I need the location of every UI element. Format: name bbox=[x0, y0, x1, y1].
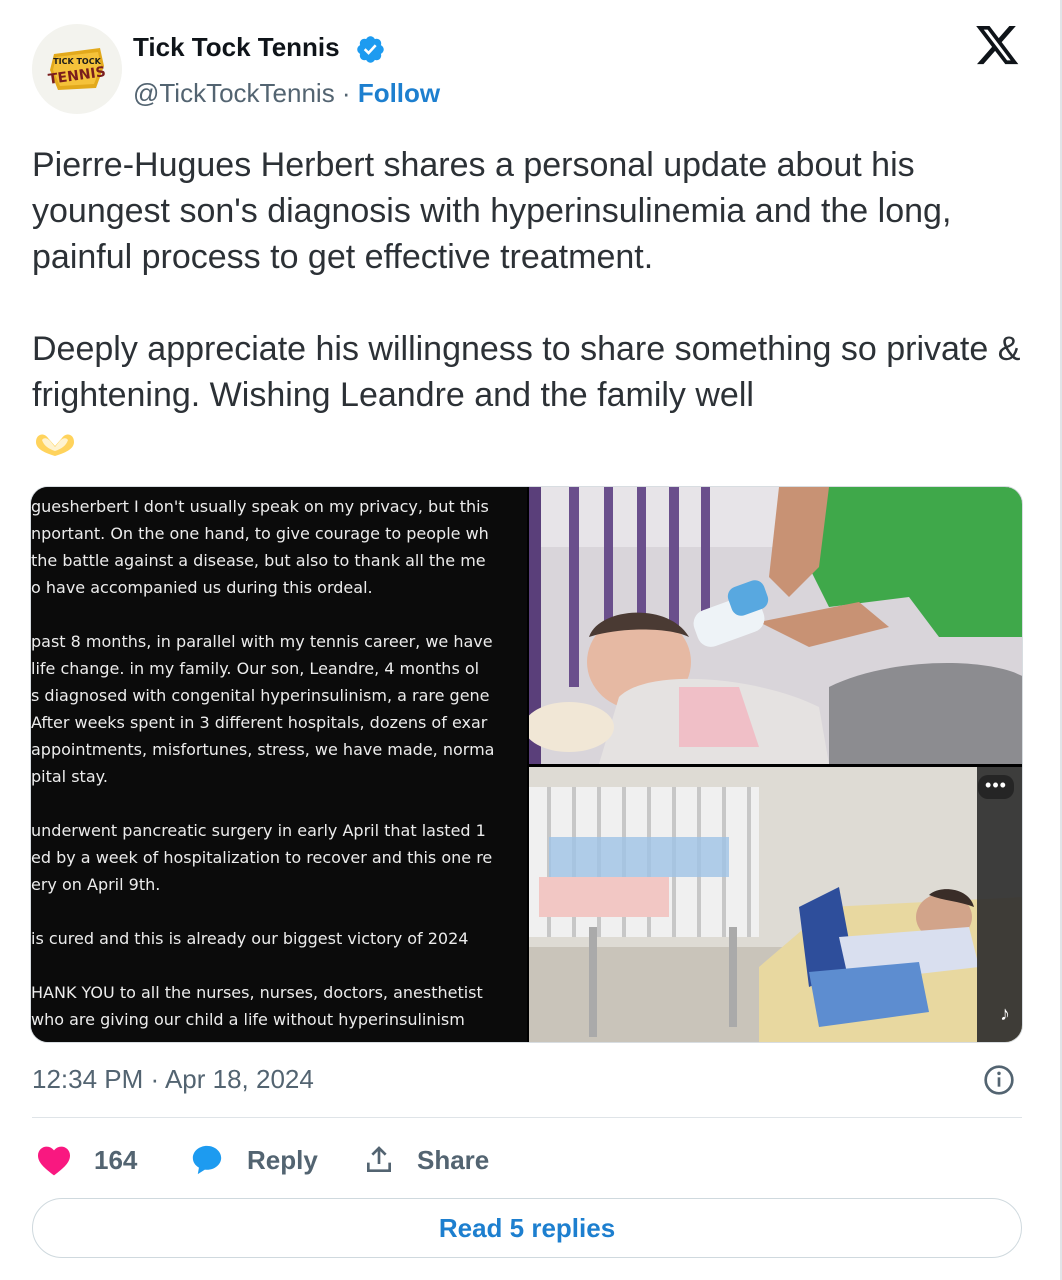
caption-line: underwent pancreatic surgery in early Ap… bbox=[31, 821, 486, 840]
photo-hospital-room[interactable]: ••• ♪ bbox=[529, 767, 1022, 1042]
music-note-icon: ♪ bbox=[1000, 1003, 1010, 1025]
tweet-paragraph-1: Pierre-Hugues Herbert shares a personal … bbox=[32, 146, 952, 276]
share-label: Share bbox=[417, 1144, 490, 1175]
heart-hands-emoji-icon bbox=[36, 434, 74, 457]
caption-line: is cured and this is already our biggest… bbox=[31, 929, 469, 948]
caption-line bbox=[31, 790, 527, 817]
caption-line: who are giving our child a life without … bbox=[31, 1010, 465, 1029]
share-button[interactable]: Share bbox=[363, 1140, 489, 1180]
share-upload-icon bbox=[367, 1146, 391, 1172]
follow-button[interactable]: Follow bbox=[358, 78, 440, 108]
tick-tock-tennis-logo: TICK TOCK TENNIS bbox=[32, 24, 122, 114]
reply-button[interactable]: Reply bbox=[189, 1140, 318, 1180]
tweet-paragraph-2: Deeply appreciate his willingness to sha… bbox=[32, 330, 1021, 414]
tweet-card: TICK TOCK TENNIS Tick Tock Tennis @TickT… bbox=[0, 0, 1062, 1280]
caption-line: the battle against a disease, but also t… bbox=[31, 551, 486, 570]
divider bbox=[32, 1117, 1022, 1118]
caption-line: guesherbert I don't usually speak on my … bbox=[31, 497, 489, 516]
account-handle[interactable]: @TickTockTennis bbox=[133, 78, 335, 108]
caption-line bbox=[31, 898, 527, 925]
separator-dot: · bbox=[334, 78, 358, 108]
heart-icon bbox=[38, 1146, 70, 1176]
reply-bubble-icon bbox=[192, 1145, 222, 1175]
baby-feeding-illustration bbox=[529, 487, 1022, 764]
caption-line: HANK YOU to all the nurses, nurses, doct… bbox=[31, 983, 483, 1002]
more-options-button[interactable]: ••• bbox=[978, 775, 1014, 799]
caption-line: o have accompanied us during this ordeal… bbox=[31, 578, 373, 597]
caption-line: After weeks spent in 3 different hospita… bbox=[31, 713, 488, 732]
caption-line: pital stay. bbox=[31, 767, 108, 786]
verified-badge-icon bbox=[357, 36, 384, 63]
caption-line: s diagnosed with congenital hyperinsulin… bbox=[31, 686, 490, 705]
tweet-paragraph-2-wrap: Deeply appreciate his willingness to sha… bbox=[32, 326, 1032, 464]
caption-line: ed by a week of hospitalization to recov… bbox=[31, 848, 493, 867]
media-grid[interactable]: guesherbert I don't usually speak on my … bbox=[30, 486, 1023, 1043]
hospital-room-illustration bbox=[529, 767, 1022, 1042]
like-button[interactable]: 164 bbox=[36, 1140, 137, 1180]
tweet-text: Pierre-Hugues Herbert shares a personal … bbox=[32, 142, 1032, 464]
caption-line: ery on April 9th. bbox=[31, 875, 161, 894]
handle-row: @TickTockTennis · Follow bbox=[133, 78, 440, 109]
screenshot-caption-text: guesherbert I don't usually speak on my … bbox=[31, 493, 527, 1033]
caption-line: nportant. On the one hand, to give coura… bbox=[31, 524, 489, 543]
reply-label: Reply bbox=[247, 1144, 318, 1175]
read-replies-button[interactable]: Read 5 replies bbox=[32, 1198, 1022, 1258]
info-icon[interactable] bbox=[983, 1064, 1015, 1096]
caption-line: appointments, misfortunes, stress, we ha… bbox=[31, 740, 495, 759]
caption-line: past 8 months, in parallel with my tenni… bbox=[31, 632, 493, 651]
photo-baby-bottle[interactable] bbox=[529, 487, 1022, 764]
account-name[interactable]: Tick Tock Tennis bbox=[133, 32, 340, 63]
caption-line bbox=[31, 601, 527, 628]
x-logo-icon[interactable] bbox=[976, 26, 1020, 66]
account-avatar[interactable]: TICK TOCK TENNIS bbox=[32, 24, 122, 114]
like-count: 164 bbox=[94, 1144, 138, 1175]
caption-line bbox=[31, 952, 527, 979]
instagram-caption-screenshot[interactable]: guesherbert I don't usually speak on my … bbox=[31, 487, 527, 1042]
caption-line: life change. in my family. Our son, Lean… bbox=[31, 659, 480, 678]
tweet-timestamp[interactable]: 12:34 PM · Apr 18, 2024 bbox=[32, 1064, 314, 1095]
